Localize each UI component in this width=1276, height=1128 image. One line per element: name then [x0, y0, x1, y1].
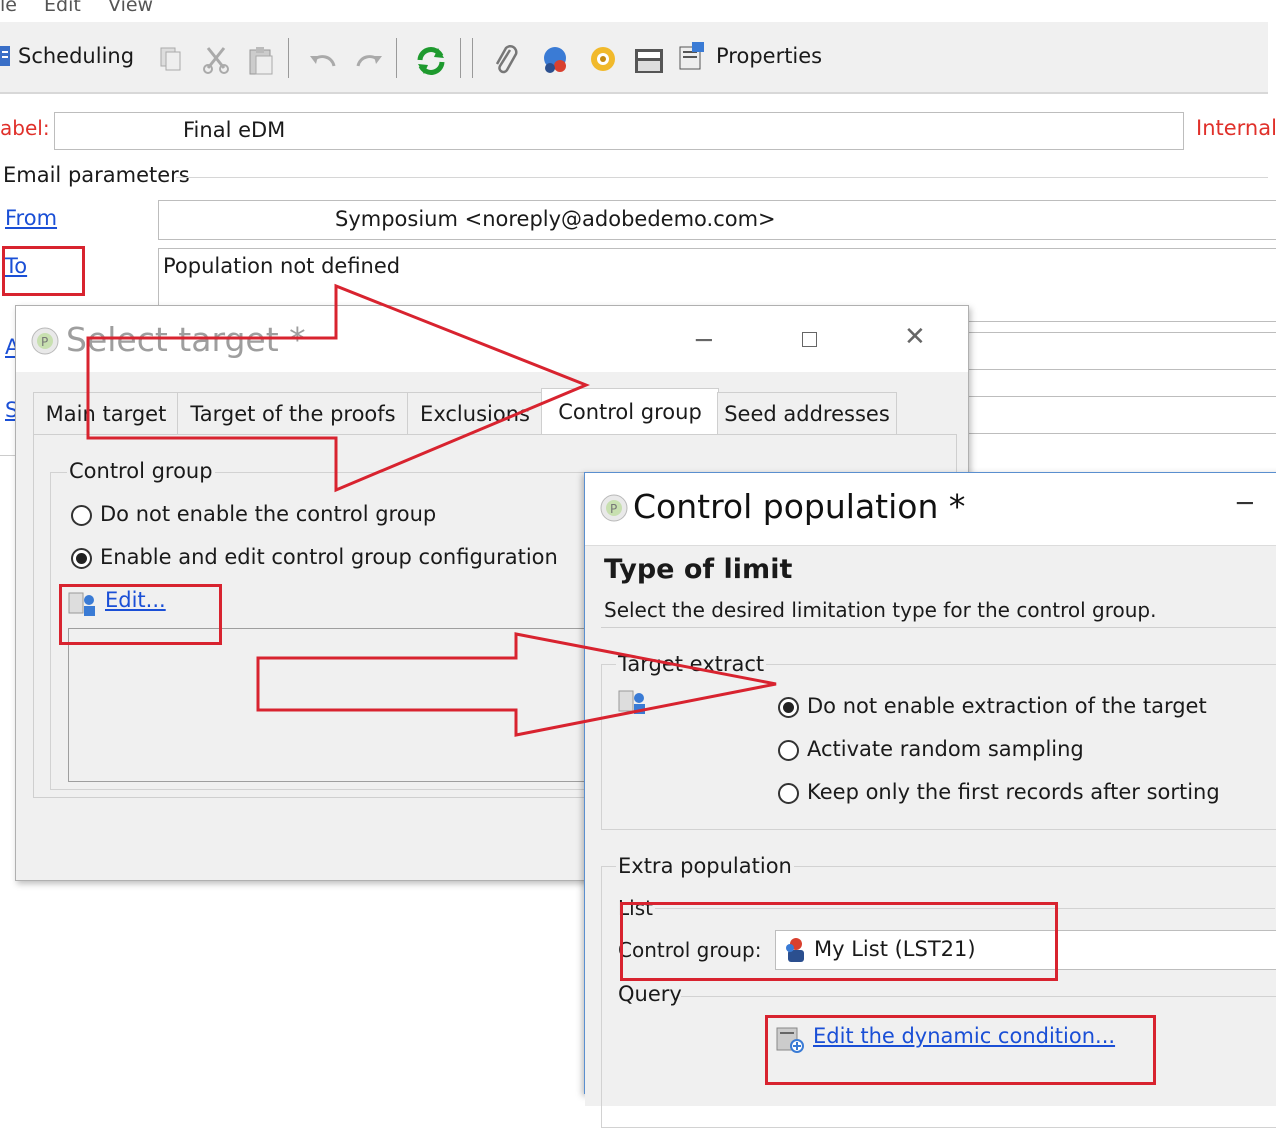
svg-text:P: P: [610, 502, 617, 516]
label-input[interactable]: Final eDM: [54, 112, 1184, 150]
random-sampling-label: Activate random sampling: [807, 737, 1084, 761]
people-icon[interactable]: [538, 44, 572, 78]
from-field[interactable]: Symposium <noreply@adobedemo.com>: [158, 200, 1276, 240]
disable-control-group-label: Do not enable the control group: [100, 502, 437, 526]
tab-main-target[interactable]: Main target: [33, 392, 179, 435]
extract-icon: [618, 690, 645, 714]
control-population-dialog: P Control population * ─ Type of limit S…: [584, 472, 1276, 1128]
email-parameters-group-title: Email parameters: [3, 163, 190, 187]
from-value: Symposium <noreply@adobedemo.com>: [335, 207, 776, 231]
type-of-limit-heading: Type of limit: [604, 554, 793, 585]
select-target-titlebar: P Select target * ─ ✕: [16, 306, 968, 372]
label-caption: abel:: [0, 116, 50, 140]
no-extract-radio[interactable]: [778, 697, 799, 718]
maximize-button[interactable]: [802, 332, 817, 347]
configuration-preview: [68, 628, 590, 782]
close-button[interactable]: ✕: [904, 322, 926, 352]
redo-icon[interactable]: [354, 50, 384, 70]
minimize-button[interactable]: ─: [1237, 489, 1253, 519]
calendar-icon: [0, 46, 10, 66]
type-of-limit-subheading: Select the desired limitation type for t…: [604, 598, 1157, 622]
annotation-box-dynamic-condition: [765, 1015, 1156, 1085]
scheduling-label: Scheduling: [18, 44, 135, 68]
tab-strip: Main target Target of the proofs Exclusi…: [33, 388, 953, 438]
scheduling-button[interactable]: Scheduling: [0, 38, 134, 74]
annotation-box-control-group: [620, 902, 1058, 981]
toolbar: Scheduling Properties: [0, 22, 1268, 94]
tab-target-of-proofs[interactable]: Target of the proofs: [177, 392, 409, 435]
extra-population-title: Extra population: [616, 854, 794, 878]
group-line: [176, 177, 1268, 178]
first-records-radio[interactable]: [778, 783, 799, 804]
attachment-icon[interactable]: [494, 44, 520, 78]
no-extract-label: Do not enable extraction of the target: [807, 694, 1207, 718]
calculator-icon[interactable]: [634, 48, 664, 74]
menu-edit[interactable]: Edit: [44, 0, 81, 16]
divider: [0, 455, 16, 456]
disable-control-group-radio[interactable]: [71, 505, 92, 526]
gear-icon[interactable]: [586, 42, 620, 76]
select-target-title: Select target *: [66, 320, 306, 359]
first-records-label: Keep only the first records after sortin…: [807, 780, 1220, 804]
cut-icon[interactable]: [202, 46, 230, 74]
properties-label: Properties: [716, 44, 823, 68]
subheading-divider: [601, 627, 1276, 628]
tab-control-group[interactable]: Control group: [541, 388, 719, 435]
query-label: Query: [618, 982, 682, 1006]
tab-seed-addresses[interactable]: Seed addresses: [717, 392, 897, 435]
random-sampling-radio[interactable]: [778, 740, 799, 761]
annotation-box-edit: [59, 584, 222, 645]
tab-exclusions[interactable]: Exclusions: [407, 392, 543, 435]
refresh-icon[interactable]: [414, 44, 448, 78]
svg-text:P: P: [41, 335, 48, 349]
to-value: Population not defined: [163, 254, 401, 278]
menu-view[interactable]: View: [108, 0, 153, 16]
from-link[interactable]: From: [5, 206, 57, 230]
menu-bar: le Edit View: [0, 0, 1276, 22]
menu-file[interactable]: le: [0, 0, 17, 16]
app-logo-icon: P: [600, 494, 628, 522]
properties-button[interactable]: Properties: [678, 38, 822, 74]
control-population-title: Control population *: [633, 487, 966, 526]
extra-field-2[interactable]: [940, 396, 1276, 434]
copy-icon[interactable]: [158, 46, 182, 72]
properties-icon: [679, 42, 704, 70]
target-extract-title: Target extract: [616, 652, 767, 676]
internal-caption: Internal: [1196, 116, 1276, 140]
extra-field-1[interactable]: [940, 332, 1276, 370]
query-line: [681, 996, 1276, 997]
control-group-title: Control group: [67, 459, 215, 483]
label-value: Final eDM: [183, 118, 286, 142]
paste-icon[interactable]: [246, 46, 276, 76]
minimize-button[interactable]: ─: [696, 326, 712, 356]
enable-control-group-label: Enable and edit control group configurat…: [100, 545, 558, 569]
enable-control-group-radio[interactable]: [71, 548, 92, 569]
annotation-box-to: [2, 246, 85, 296]
undo-icon[interactable]: [308, 50, 338, 70]
app-logo-icon: P: [31, 327, 59, 355]
